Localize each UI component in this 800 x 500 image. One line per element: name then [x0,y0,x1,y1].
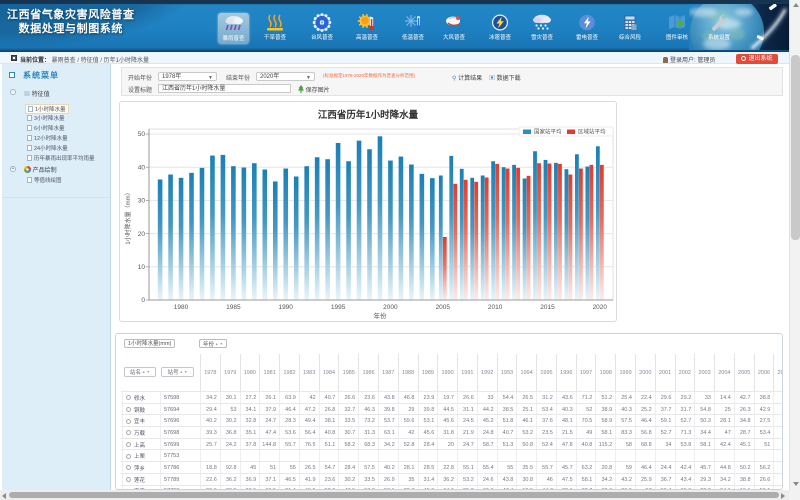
svg-text:1985: 1985 [226,304,241,311]
svg-text:2020: 2020 [593,304,608,311]
svg-text:2000: 2000 [383,304,398,311]
svg-text:50: 50 [138,131,146,138]
svg-text:2005: 2005 [436,304,451,311]
svg-text:1小时降水量（mm）: 1小时降水量（mm） [124,189,132,244]
svg-text:10: 10 [138,264,146,271]
svg-text:国家站平均: 国家站平均 [534,128,562,136]
svg-text:0: 0 [141,297,145,304]
svg-text:20: 20 [138,231,146,238]
svg-text:年份: 年份 [374,311,388,320]
svg-text:1990: 1990 [278,304,293,311]
svg-text:1980: 1980 [174,304,189,311]
svg-text:2010: 2010 [488,304,503,311]
svg-text:1995: 1995 [331,304,346,311]
svg-text:30: 30 [138,198,146,205]
svg-text:区域站平均: 区域站平均 [578,128,606,136]
svg-text:2015: 2015 [540,304,555,311]
svg-text:40: 40 [138,164,146,171]
